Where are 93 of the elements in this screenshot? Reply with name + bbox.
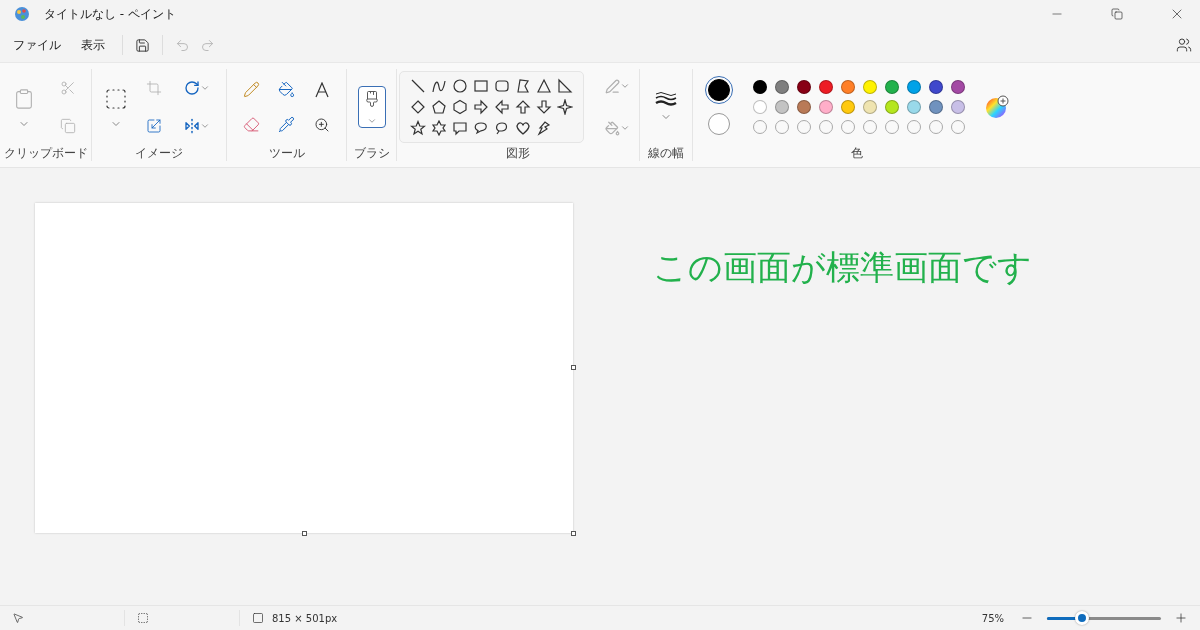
color-swatch[interactable] — [840, 100, 855, 114]
six-point-star-icon[interactable] — [430, 120, 447, 136]
pencil-icon — [243, 81, 260, 98]
caret-icon — [200, 121, 210, 131]
left-arrow-icon[interactable] — [493, 99, 510, 115]
hexagon-icon[interactable] — [451, 99, 468, 115]
group-label: イメージ — [135, 145, 183, 161]
color-swatch[interactable] — [796, 80, 811, 94]
resize-handle[interactable] — [302, 531, 307, 536]
color-swatch[interactable] — [862, 80, 877, 94]
heart-icon[interactable] — [514, 120, 531, 136]
scissors-icon — [59, 80, 76, 96]
color-swatch[interactable] — [928, 80, 943, 94]
down-arrow-icon[interactable] — [535, 99, 552, 115]
group-label: 図形 — [506, 145, 530, 161]
oval-callout-icon[interactable] — [472, 120, 489, 136]
redo-icon — [200, 37, 215, 53]
curve-icon[interactable] — [430, 78, 447, 94]
paint-bucket-icon — [605, 120, 620, 136]
resize-handle[interactable] — [571, 365, 576, 370]
selection-icon — [137, 612, 149, 624]
right-arrow-icon[interactable] — [472, 99, 489, 115]
copy-icon — [59, 118, 76, 134]
caret-icon — [366, 116, 377, 126]
zoom-in-icon — [313, 116, 330, 133]
rounded-rectangle-icon[interactable] — [493, 78, 510, 94]
brush-button[interactable] — [357, 86, 386, 128]
canvas-size-icon — [252, 612, 264, 624]
selection-icon — [104, 87, 128, 111]
color-swatch[interactable] — [752, 100, 767, 114]
color-swatch[interactable] — [906, 100, 921, 114]
caret-icon — [620, 81, 630, 91]
flip-icon — [184, 118, 200, 134]
group-label: ツール — [268, 145, 305, 161]
stroke-width-icon[interactable] — [655, 91, 677, 107]
restore-icon — [1111, 8, 1123, 20]
color-swatch[interactable] — [884, 80, 899, 94]
color-swatch[interactable] — [774, 100, 789, 114]
pentagon-icon[interactable] — [430, 99, 447, 115]
people-icon — [1176, 37, 1192, 53]
color-wheel-icon[interactable] — [984, 95, 1009, 119]
right-triangle-icon[interactable] — [556, 78, 573, 94]
canvas-size: 815 × 501px — [272, 612, 338, 624]
window-title: タイトルなし - ペイント — [44, 5, 177, 23]
eraser-icon — [243, 116, 260, 133]
app-icon — [14, 6, 30, 22]
menu-item[interactable]: ファイル — [4, 30, 70, 60]
crop-icon — [146, 80, 162, 96]
rectangular-callout-icon[interactable] — [451, 120, 468, 136]
zoom-level: 75% — [981, 612, 1004, 624]
color-swatch[interactable] — [950, 80, 965, 94]
pointer-icon — [12, 612, 24, 624]
up-arrow-icon[interactable] — [514, 99, 531, 115]
pen-icon — [605, 78, 620, 94]
group-label: ブラシ — [353, 145, 390, 161]
color-swatch[interactable] — [818, 80, 833, 94]
rectangle-icon[interactable] — [472, 78, 489, 94]
resize-handle[interactable] — [571, 531, 576, 536]
eyedropper-icon — [278, 116, 295, 133]
group-label: 線の幅 — [648, 145, 684, 161]
group-label: クリップボード — [3, 145, 88, 161]
annotation-text: この画面が標準画面です — [653, 246, 1032, 289]
plus-icon — [1174, 611, 1188, 625]
lightning-icon[interactable] — [535, 120, 552, 136]
caret-icon — [200, 83, 210, 93]
group-label: 色 — [850, 145, 863, 161]
color-swatch[interactable] — [928, 100, 943, 114]
caret-icon — [620, 123, 630, 133]
oval-icon[interactable] — [451, 78, 468, 94]
cloud-callout-icon[interactable] — [493, 120, 510, 136]
diamond-icon[interactable] — [409, 99, 426, 115]
color-swatch[interactable] — [950, 100, 965, 114]
color-swatch[interactable] — [906, 80, 921, 94]
four-point-star-icon[interactable] — [556, 99, 573, 115]
triangle-icon[interactable] — [535, 78, 552, 94]
resize-icon — [146, 118, 162, 134]
menu-item[interactable]: 表示 — [72, 30, 114, 60]
color-swatch[interactable] — [862, 100, 877, 114]
color-swatch[interactable] — [752, 80, 767, 94]
color-swatch[interactable] — [796, 100, 811, 114]
paint-bucket-icon — [278, 81, 295, 98]
text-tool-icon — [313, 81, 330, 98]
polygon-icon[interactable] — [514, 78, 531, 94]
line-icon[interactable] — [409, 78, 426, 94]
color-swatch[interactable] — [884, 100, 899, 114]
color-swatch[interactable] — [840, 80, 855, 94]
color-swatch[interactable] — [818, 100, 833, 114]
rotate-icon — [184, 80, 200, 96]
undo-icon — [175, 37, 190, 53]
star-icon[interactable] — [409, 120, 426, 136]
save-icon — [135, 37, 150, 53]
slider-thumb[interactable] — [1075, 610, 1090, 625]
color-swatch[interactable] — [774, 80, 789, 94]
